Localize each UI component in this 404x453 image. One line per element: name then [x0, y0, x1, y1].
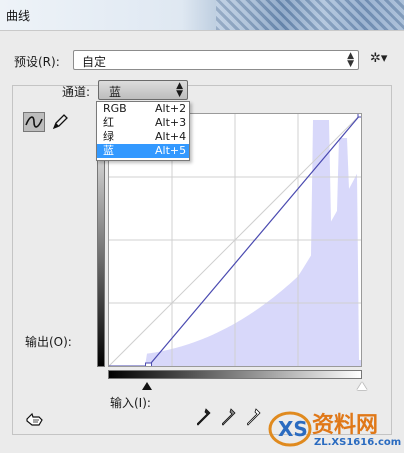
channel-option-rgb[interactable]: RGB Alt+2	[97, 102, 189, 116]
watermark-logo: XS 资料网 ZL.XS1616.com	[268, 405, 404, 453]
option-label: 绿	[103, 130, 114, 143]
channel-option-blue[interactable]: 蓝 Alt+5	[97, 144, 189, 158]
channel-option-red[interactable]: 红 Alt+3	[97, 116, 189, 130]
output-label: 输出(O):	[25, 335, 72, 349]
preset-select[interactable]: 自定 ▲ ▼	[73, 50, 359, 70]
black-point-slider[interactable]	[142, 382, 152, 390]
white-point-slider[interactable]	[357, 382, 367, 390]
window-title: 曲线	[6, 9, 31, 23]
gray-eyedropper-icon[interactable]	[221, 408, 236, 426]
channel-label: 通道:	[62, 85, 91, 99]
updown-arrow-icon: ▲ ▼	[347, 51, 354, 69]
curve-point	[145, 362, 153, 370]
preset-label: 预设(R):	[14, 55, 60, 69]
black-eyedropper-icon[interactable]	[196, 408, 211, 426]
svg-text:XS: XS	[278, 417, 308, 441]
preset-value: 自定	[82, 55, 107, 69]
pencil-icon[interactable]	[50, 112, 72, 132]
channel-option-green[interactable]: 绿 Alt+4	[97, 130, 189, 144]
curve-tool-icon[interactable]	[23, 112, 45, 132]
updown-arrow-icon: ▲ ▼	[176, 81, 183, 99]
input-label: 输入(I):	[110, 396, 151, 410]
title-bar: 曲线	[0, 0, 404, 30]
background-pattern	[216, 0, 404, 30]
option-label: 蓝	[103, 144, 114, 157]
option-shortcut: Alt+3	[155, 116, 187, 129]
option-shortcut: Alt+5	[155, 144, 187, 157]
gear-icon[interactable]: ✲▾	[370, 51, 387, 66]
channel-select[interactable]: 蓝 ▲ ▼	[98, 80, 188, 100]
option-label: 红	[103, 116, 114, 129]
channel-dropdown: RGB Alt+2 红 Alt+3 绿 Alt+4 蓝 Alt+5	[96, 101, 190, 161]
white-eyedropper-icon[interactable]	[246, 408, 261, 426]
watermark-brand: 资料网	[312, 413, 379, 438]
option-label: RGB	[103, 102, 127, 115]
option-shortcut: Alt+2	[155, 102, 187, 115]
watermark-url: ZL.XS1616.com	[314, 437, 402, 448]
input-gradient-bar	[108, 370, 362, 379]
option-shortcut: Alt+4	[155, 130, 187, 143]
hand-adjust-icon[interactable]	[24, 410, 46, 430]
curve-point	[357, 110, 365, 118]
channel-value: 蓝	[109, 85, 122, 99]
